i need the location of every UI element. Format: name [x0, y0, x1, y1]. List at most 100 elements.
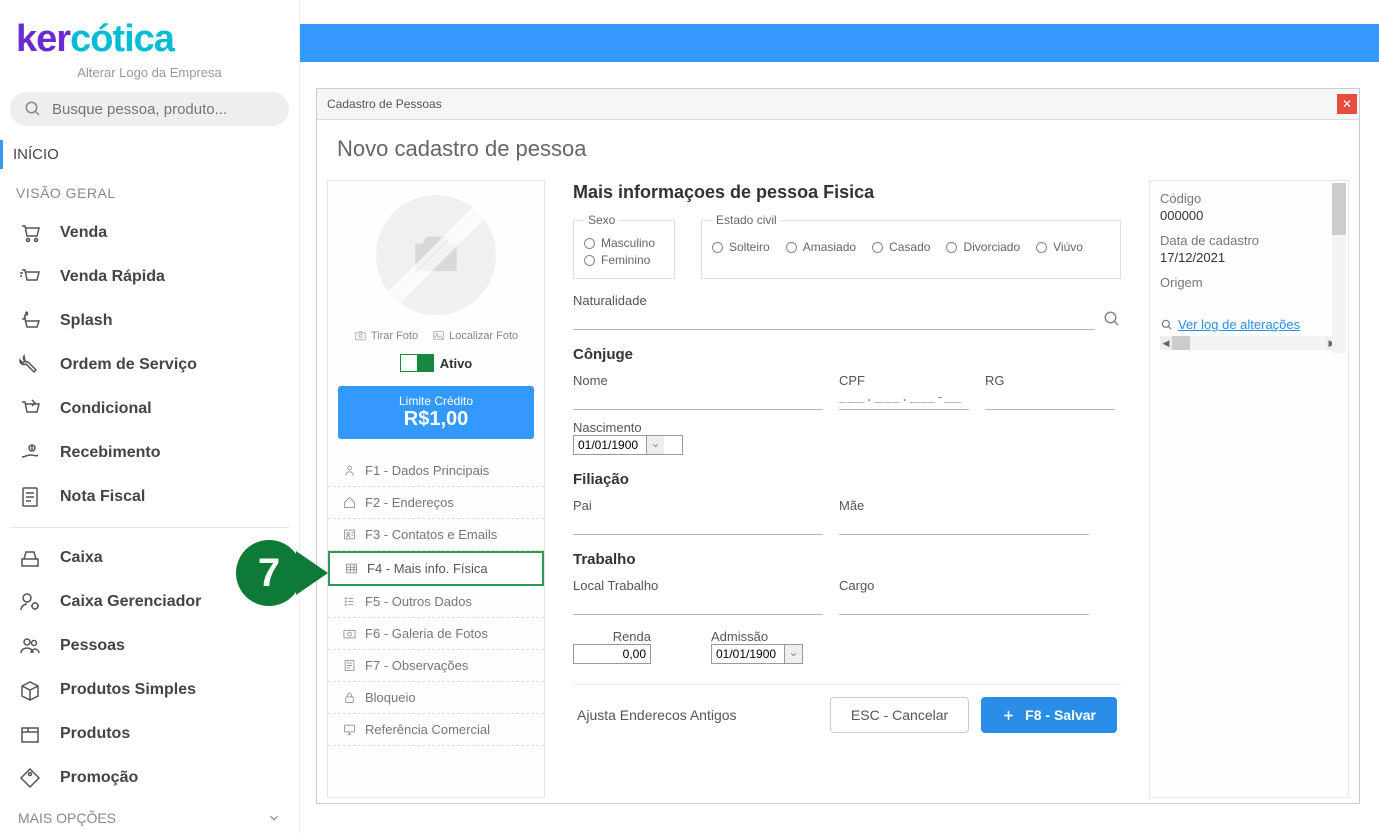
civil-legend: Estado civil	[712, 213, 781, 227]
nav-promocao[interactable]: Promoção	[10, 756, 289, 800]
conjuge-rg-input[interactable]	[985, 388, 1115, 410]
note-icon	[342, 658, 357, 673]
search-box[interactable]	[10, 92, 289, 126]
cargo-input[interactable]	[839, 593, 1089, 615]
radio-icon	[786, 242, 797, 253]
codigo-value: 000000	[1160, 208, 1338, 223]
credit-limit-button[interactable]: Limite Crédito R$1,00	[338, 386, 534, 439]
pai-input[interactable]	[573, 513, 823, 535]
tab-f7[interactable]: F7 - Observações	[328, 650, 544, 682]
photo-placeholder[interactable]	[376, 195, 496, 315]
toggle-switch-icon	[400, 354, 434, 372]
cargo-label: Cargo	[839, 578, 1089, 593]
lock-icon	[342, 690, 357, 705]
radio-casado[interactable]: Casado	[872, 240, 930, 254]
nav-condicional[interactable]: Condicional	[10, 387, 289, 431]
conjuge-nome-input[interactable]	[573, 388, 823, 410]
active-toggle[interactable]: Ativo	[328, 354, 544, 372]
radio-icon	[1036, 242, 1047, 253]
origem-label: Origem	[1160, 275, 1338, 290]
nav-nota-fiscal[interactable]: Nota Fiscal	[10, 475, 289, 519]
logo-subtitle[interactable]: Alterar Logo da Empresa	[10, 65, 289, 80]
mae-input[interactable]	[839, 513, 1089, 535]
nav-label: Recebimento	[60, 444, 160, 462]
nav-pessoas[interactable]: Pessoas	[10, 624, 289, 668]
find-photo-button[interactable]: Localizar Foto	[432, 329, 518, 342]
nav-label: Produtos	[60, 725, 130, 743]
tab-f2[interactable]: F2 - Endereços	[328, 487, 544, 519]
nav-list-1: Venda Venda Rápida Splash Ordem de Servi…	[10, 211, 289, 519]
ajusta-enderecos-text: Ajusta Enderecos Antigos	[577, 707, 737, 723]
radio-divorciado[interactable]: Divorciado	[946, 240, 1020, 254]
conjuge-heading: Cônjuge	[573, 346, 1121, 363]
camera-icon	[342, 626, 357, 641]
nav-label: Caixa Gerenciador	[60, 593, 201, 611]
save-button[interactable]: F8 - Salvar	[981, 697, 1117, 733]
renda-input[interactable]	[573, 644, 651, 664]
admissao-date[interactable]	[711, 644, 803, 664]
data-cadastro-label: Data de cadastro	[1160, 233, 1338, 248]
pai-label: Pai	[573, 498, 823, 513]
cancel-button[interactable]: ESC - Cancelar	[830, 697, 969, 733]
radio-icon	[946, 242, 957, 253]
nav-more-options[interactable]: MAIS OPÇÕES	[10, 800, 289, 836]
nav-produtos-simples[interactable]: Produtos Simples	[10, 668, 289, 712]
register-icon	[18, 546, 42, 570]
nav-inicio[interactable]: INÍCIO	[0, 140, 289, 169]
nav-recebimento[interactable]: Recebimento	[10, 431, 289, 475]
tab-referencia[interactable]: Referência Comercial	[328, 714, 544, 746]
take-photo-button[interactable]: Tirar Foto	[354, 329, 418, 342]
people-icon	[18, 634, 42, 658]
close-button[interactable]: ✕	[1337, 94, 1357, 114]
nav-venda[interactable]: Venda	[10, 211, 289, 255]
cadastro-modal: Cadastro de Pessoas ✕ Novo cadastro de p…	[316, 88, 1360, 804]
app-logo: kercótica	[16, 18, 283, 61]
nascimento-date[interactable]	[573, 435, 683, 455]
naturalidade-input[interactable]	[573, 308, 1095, 330]
nav-label: Caixa	[60, 549, 103, 567]
radio-icon	[712, 242, 723, 253]
nav-label: Venda	[60, 224, 107, 242]
step-number: 7	[236, 540, 302, 606]
search-input[interactable]	[52, 101, 275, 118]
radio-amasiado[interactable]: Amasiado	[786, 240, 856, 254]
tab-bloqueio[interactable]: Bloqueio	[328, 682, 544, 714]
callout-pointer	[296, 551, 328, 595]
nascimento-input[interactable]	[574, 436, 646, 454]
image-icon	[432, 329, 445, 342]
search-icon[interactable]	[1103, 310, 1121, 328]
right-panel: Código 000000 Data de cadastro 17/12/202…	[1149, 180, 1349, 798]
tab-f6[interactable]: F6 - Galeria de Fotos	[328, 618, 544, 650]
horizontal-scrollbar[interactable]: ◀ ▶	[1160, 336, 1338, 350]
radio-viuvo[interactable]: Viúvo	[1036, 240, 1083, 254]
conjuge-cpf-input[interactable]: ___.___.___-__	[839, 388, 969, 410]
tab-f4[interactable]: F4 - Mais info. Física	[328, 551, 544, 586]
chevron-down-icon[interactable]	[646, 436, 664, 454]
local-trabalho-input[interactable]	[573, 593, 823, 615]
vertical-scrollbar[interactable]	[1332, 183, 1346, 353]
nav-produtos[interactable]: Produtos	[10, 712, 289, 756]
ver-log-link[interactable]: Ver log de alterações	[1160, 317, 1338, 332]
admissao-input[interactable]	[712, 645, 784, 663]
tab-f1[interactable]: F1 - Dados Principais	[328, 455, 544, 487]
chevron-down-icon[interactable]	[784, 645, 802, 663]
tab-f5[interactable]: F5 - Outros Dados	[328, 586, 544, 618]
nav-venda-rapida[interactable]: Venda Rápida	[10, 255, 289, 299]
scroll-left-icon[interactable]: ◀	[1160, 336, 1172, 350]
radio-icon	[584, 255, 595, 266]
nav-label: Pessoas	[60, 637, 125, 655]
tab-f3[interactable]: F3 - Contatos e Emails	[328, 519, 544, 551]
radio-feminino[interactable]: Feminino	[584, 253, 664, 267]
rg-label: RG	[985, 373, 1115, 388]
filiacao-heading: Filiação	[573, 471, 1121, 488]
grid-icon	[344, 561, 359, 576]
cart-fast-icon	[18, 265, 42, 289]
nav-splash[interactable]: Splash	[10, 299, 289, 343]
toggle-label: Ativo	[440, 356, 473, 371]
radio-masculino[interactable]: Masculino	[584, 236, 664, 250]
admissao-label: Admissão	[711, 629, 803, 644]
radio-solteiro[interactable]: Solteiro	[712, 240, 770, 254]
origem-value	[1160, 292, 1338, 307]
cart-icon	[18, 221, 42, 245]
nav-ordem-servico[interactable]: Ordem de Serviço	[10, 343, 289, 387]
